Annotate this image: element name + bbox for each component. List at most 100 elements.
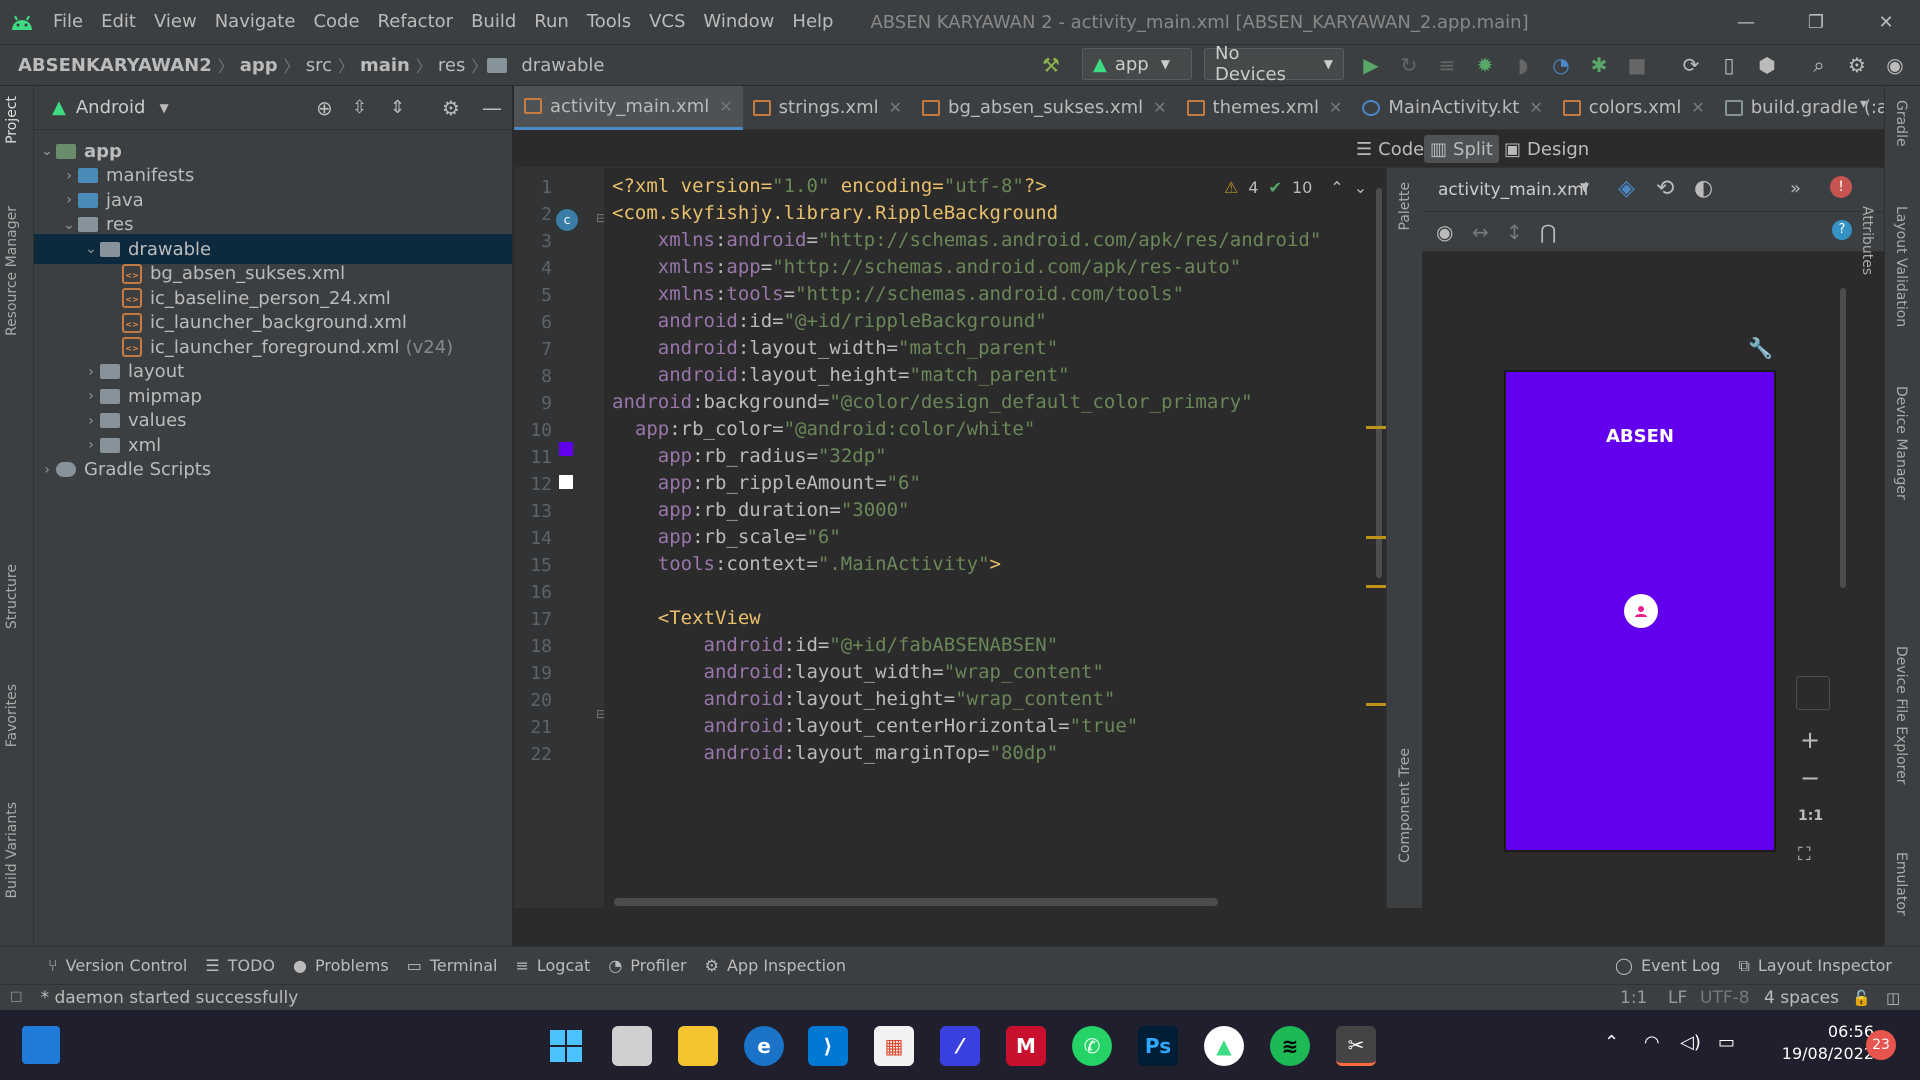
edge-icon[interactable]: e	[744, 1026, 784, 1066]
zoom-fit-icon[interactable]: ⛶	[1798, 844, 1811, 865]
vertical-constraint-icon[interactable]: ↕	[1506, 220, 1523, 244]
gear-icon[interactable]: ⚙	[442, 96, 460, 120]
search-icon[interactable]: ⌕	[1804, 50, 1834, 80]
code-line[interactable]: android:layout_height="wrap_content"	[612, 688, 1116, 710]
locate-icon[interactable]: ⊕	[316, 96, 333, 120]
tab-gradle[interactable]: Gradle	[1893, 100, 1909, 147]
code-line[interactable]: android:id="@+id/fabABSENABSEN"	[612, 634, 1059, 656]
device-preview[interactable]: ABSEN	[1504, 370, 1776, 852]
code-line[interactable]: app:rb_rippleAmount="6"	[612, 472, 921, 494]
tree-item[interactable]: › Gradle Scripts	[34, 455, 512, 485]
tab-resource-manager[interactable]: Resource Manager	[4, 206, 20, 336]
warning-marker[interactable]	[1366, 585, 1386, 588]
menu-navigate[interactable]: Navigate	[206, 0, 305, 44]
warning-marker[interactable]	[1366, 426, 1386, 429]
next-highlight-icon[interactable]: ⌄	[1354, 178, 1367, 197]
chevron-right-icon[interactable]: ›	[82, 388, 100, 404]
editor-tab[interactable]: colors.xml ✕	[1553, 86, 1715, 130]
code-line[interactable]: app:rb_radius="32dp"	[612, 445, 887, 467]
avatar-icon[interactable]: ◉	[1880, 50, 1910, 80]
prev-highlight-icon[interactable]: ⌃	[1330, 178, 1343, 197]
breadcrumb-item[interactable]: ABSENKARYAWAN2	[12, 55, 218, 76]
restore-button[interactable]: ❐	[1786, 0, 1846, 44]
tab-device-file-explorer[interactable]: Device File Explorer	[1893, 646, 1909, 785]
code-line[interactable]: xmlns:tools="http://schemas.android.com/…	[612, 283, 1184, 305]
caret-position[interactable]: 1:1	[1620, 988, 1647, 1008]
code-line[interactable]: android:layout_width="match_parent"	[612, 337, 1058, 359]
hide-icon[interactable]: —	[482, 96, 502, 120]
notification-badge[interactable]: 23	[1866, 1030, 1896, 1060]
inspection-widget[interactable]: ⚠ 4 ✔ 10 ⌃ ⌄	[1224, 178, 1367, 197]
warning-marker[interactable]	[1366, 536, 1386, 539]
wrench-icon[interactable]: 🔧	[1748, 336, 1773, 360]
menu-tools[interactable]: Tools	[578, 0, 640, 44]
chevron-down-icon[interactable]: ▼	[1580, 180, 1589, 194]
breadcrumb-item[interactable]: app	[234, 55, 284, 76]
code-line[interactable]: <TextView	[612, 607, 761, 629]
zoom-in-icon[interactable]: +	[1800, 726, 1820, 754]
tabs-overflow-icon[interactable]: ▾	[1860, 96, 1867, 112]
code-line[interactable]: <?xml version="1.0" encoding="utf-8"?>	[612, 175, 1047, 197]
breadcrumb-item[interactable]: res	[432, 55, 471, 76]
chevron-down-icon[interactable]: ⌄	[38, 143, 56, 159]
chevron-right-icon[interactable]: ›	[82, 413, 100, 429]
menu-run[interactable]: Run	[525, 0, 578, 44]
menu-edit[interactable]: Edit	[92, 0, 145, 44]
bottom-tool-app-inspection[interactable]: ⚙ App Inspection	[705, 956, 846, 975]
tab-structure[interactable]: Structure	[4, 564, 20, 629]
horizontal-constraint-icon[interactable]: ↔	[1472, 220, 1489, 244]
indent-setting[interactable]: 4 spaces	[1764, 988, 1839, 1008]
vscode-icon[interactable]: ⟩	[808, 1026, 848, 1066]
code-line[interactable]: android:layout_marginTop="80dp"	[612, 742, 1059, 764]
code-editor[interactable]: <?xml version="1.0" encoding="utf-8"?> <c…	[604, 168, 1386, 908]
debug-icon[interactable]: ✹	[1470, 50, 1500, 80]
color-swatch-primary[interactable]	[559, 442, 573, 456]
editor-tab[interactable]: activity_main.xml ✕	[514, 85, 743, 130]
bottom-tool-logcat[interactable]: ≡ Logcat	[515, 956, 590, 975]
tab-favorites[interactable]: Favorites	[4, 684, 20, 747]
line-separator[interactable]: LF	[1668, 988, 1687, 1008]
code-line[interactable]: tools:context=".MainActivity">	[612, 553, 1001, 575]
code-line[interactable]: android:layout_centerHorizontal="true"	[612, 715, 1139, 737]
minimize-button[interactable]: —	[1716, 0, 1776, 44]
night-mode-icon[interactable]: ◐	[1694, 176, 1713, 201]
snipping-tool-icon[interactable]: ✂	[1336, 1026, 1376, 1066]
chevron-down-icon[interactable]: ▼	[159, 101, 168, 115]
menu-code[interactable]: Code	[304, 0, 368, 44]
code-line[interactable]: app:rb_duration="3000"	[612, 499, 910, 521]
chevron-down-icon[interactable]: ⌄	[82, 241, 100, 257]
breadcrumb-item[interactable]: main	[354, 55, 416, 76]
tab-build-variants[interactable]: Build Variants	[4, 802, 20, 899]
menu-refactor[interactable]: Refactor	[369, 0, 463, 44]
device-select[interactable]: No Devices ▼	[1204, 43, 1344, 85]
help-icon[interactable]: ?	[1832, 220, 1852, 240]
task-view-icon[interactable]	[612, 1026, 652, 1066]
photoshop-icon[interactable]: Ps	[1138, 1026, 1178, 1066]
attach-debugger-icon[interactable]: ✱	[1584, 50, 1614, 80]
close-tab-icon[interactable]: ✕	[719, 97, 732, 116]
tab-device-manager[interactable]: Device Manager	[1893, 386, 1909, 500]
bottom-tool-event-log[interactable]: ◯ Event Log	[1615, 956, 1720, 976]
more-icon[interactable]: »	[1790, 178, 1801, 199]
close-tab-icon[interactable]: ✕	[1329, 98, 1342, 117]
clock-date[interactable]: 19/08/2022	[1764, 1044, 1874, 1063]
run-config-select[interactable]: ▲ app ▼	[1082, 48, 1192, 80]
editor-tab[interactable]: themes.xml ✕	[1177, 86, 1353, 130]
bottom-tool-version-control[interactable]: ⑂ Version Control	[48, 956, 187, 975]
chevron-down-icon[interactable]: ⌄	[60, 217, 78, 233]
preview-absen-text[interactable]: ABSEN	[1506, 426, 1774, 447]
bottom-tool-todo[interactable]: ☰ TODO	[205, 956, 275, 975]
sdk-manager-icon[interactable]: ⬢	[1752, 50, 1782, 80]
close-tab-icon[interactable]: ✕	[1153, 98, 1166, 117]
status-message[interactable]: * daemon started successfully	[41, 988, 299, 1008]
code-line[interactable]: xmlns:android="http://schemas.android.co…	[612, 229, 1322, 251]
whatsapp-icon[interactable]: ✆	[1072, 1026, 1112, 1066]
mcafee-icon[interactable]: M	[1006, 1026, 1046, 1066]
chevron-right-icon[interactable]: ›	[82, 364, 100, 380]
orientation-icon[interactable]: ⟲	[1656, 176, 1674, 201]
preview-scroll-thumb[interactable]	[1840, 288, 1846, 588]
menu-view[interactable]: View	[145, 0, 206, 44]
tab-component-tree[interactable]: Component Tree	[1397, 748, 1413, 863]
code-line[interactable]: android:layout_width="wrap_content"	[612, 661, 1104, 683]
code-line[interactable]: android:id="@+id/rippleBackground"	[612, 310, 1047, 332]
